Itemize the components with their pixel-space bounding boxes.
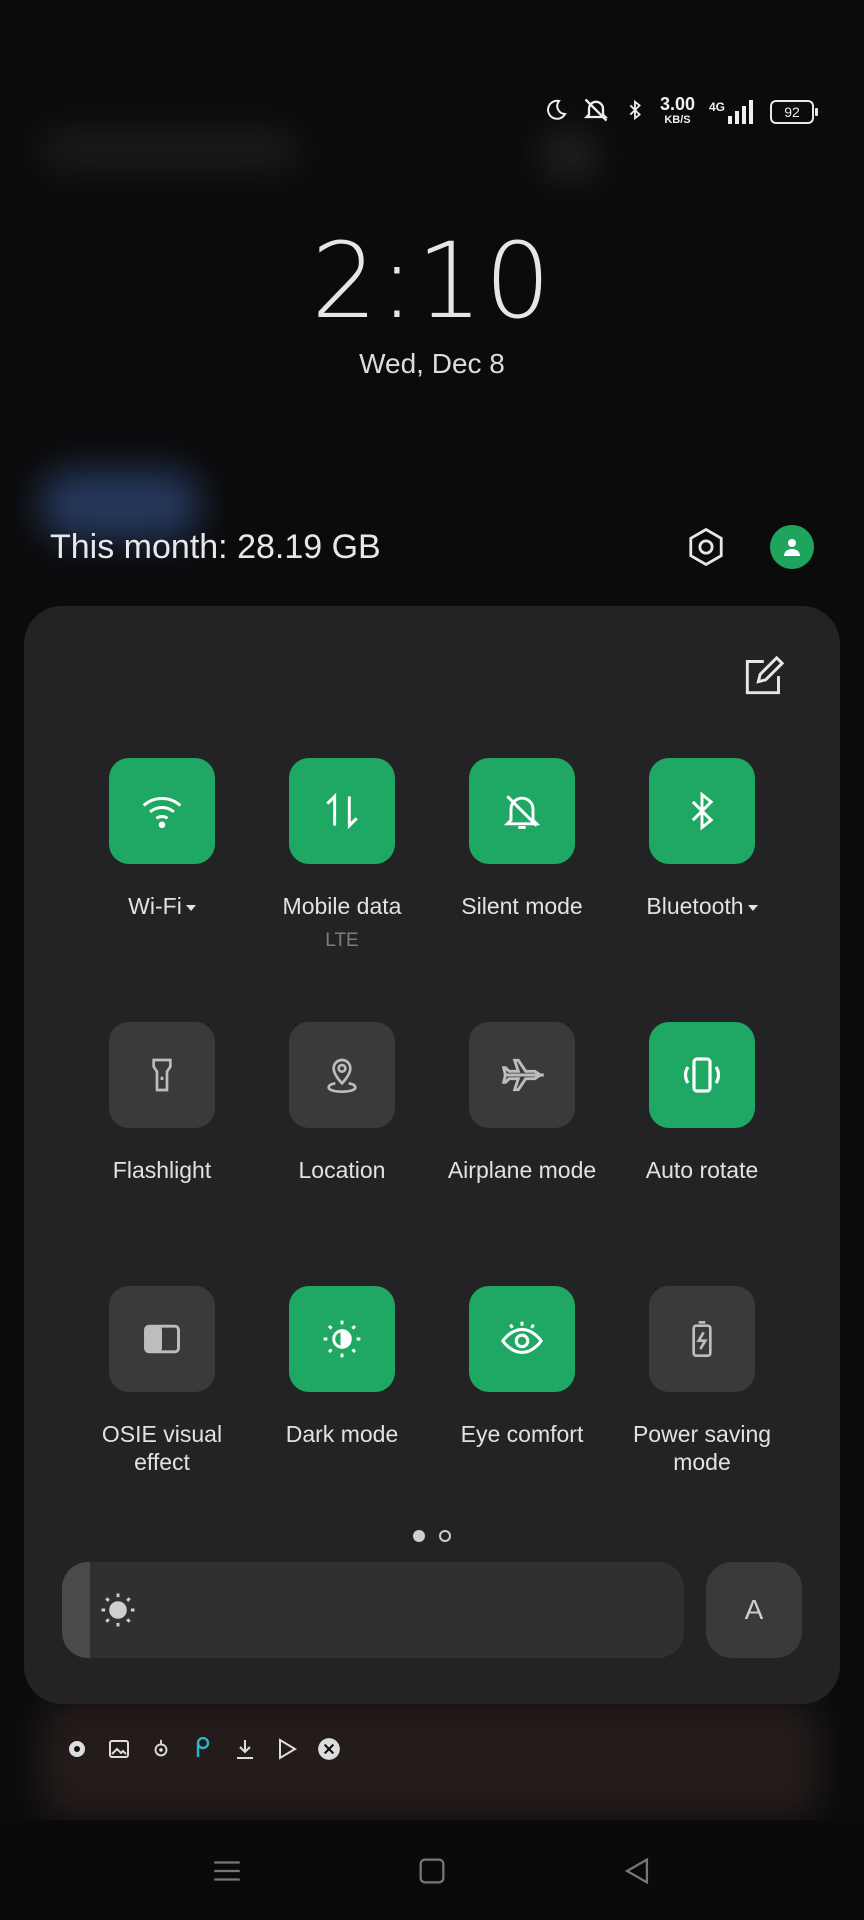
date: Wed, Dec 8 [359,348,505,379]
tile-mobile-data[interactable]: Mobile data LTE [252,758,432,952]
tile-location[interactable]: Location [252,1022,432,1184]
auto-brightness-button[interactable]: A [706,1562,802,1658]
tile-label: Bluetooth [646,893,744,919]
tile-label-line1: OSIE visual [101,1421,223,1447]
home-icon[interactable] [415,1854,449,1888]
network-speed: 3.00 KB/S [659,94,695,128]
navigation-bar [0,1820,864,1920]
tile-eye-comfort[interactable]: Eye comfort [432,1286,612,1448]
edit-icon[interactable] [740,655,785,700]
chevron-down-icon[interactable] [747,904,758,911]
brightness-fill [62,1562,90,1658]
wifi-icon [109,758,215,864]
download-icon [232,1736,258,1762]
dark-mode-icon [289,1286,395,1392]
tile-label-line2: effect [134,1449,190,1475]
tile-label: Eye comfort [460,1421,584,1447]
settings-icon [64,1736,90,1762]
back-icon[interactable] [620,1854,654,1888]
page-dot[interactable] [439,1530,451,1542]
tile-airplane-mode[interactable]: Airplane mode [432,1022,612,1184]
tile-osie-visual-effect[interactable]: OSIE visual effect [72,1286,252,1476]
tile-dark-mode[interactable]: Dark mode [252,1286,432,1448]
notification-icons [64,1736,342,1762]
moon-icon [544,98,568,127]
tile-label: Power saving mode [612,1420,792,1476]
tile-label: OSIE visual effect [72,1420,252,1476]
network-type: 4G [708,100,725,114]
bluetooth-icon [649,758,755,864]
eye-comfort-icon [469,1286,575,1392]
user-avatar[interactable] [770,525,814,569]
sun-icon [96,1588,140,1632]
location-pin-icon [148,1736,174,1762]
background-blur [40,130,300,170]
data-usage-row: This month: 28.19 GB [50,525,814,569]
tile-wifi[interactable]: Wi-Fi [72,758,252,920]
tile-label-line2: mode [673,1449,731,1475]
tile-auto-rotate[interactable]: Auto rotate [612,1022,792,1184]
tile-label: Silent mode [461,893,583,919]
silent-bell-icon [469,758,575,864]
tile-label: Dark mode [285,1421,399,1447]
tile-label: Auto rotate [645,1157,759,1183]
gallery-icon [106,1736,132,1762]
airplane-icon [469,1022,575,1128]
tile-power-saving-mode[interactable]: Power saving mode [612,1286,792,1476]
auto-rotate-icon [649,1022,755,1128]
tile-label: Airplane mode [447,1157,597,1183]
speed-unit: KB/S [664,114,691,126]
mute-icon [582,96,610,129]
mobile-data-icon [289,758,395,864]
brightness-slider[interactable] [62,1562,684,1658]
background-blur [540,130,600,180]
speed-value: 3.00 [659,94,695,114]
play-store-icon [274,1736,300,1762]
flashlight-icon [109,1022,215,1128]
quick-settings-panel: Wi-Fi Mobile data LTE Silent mode Blueto… [24,606,840,1704]
tile-label: Wi-Fi [128,893,182,919]
battery-saver-icon [649,1286,755,1392]
tile-label: Location [298,1157,386,1183]
page-dot-active[interactable] [413,1530,425,1542]
osie-icon [109,1286,215,1392]
location-icon [289,1022,395,1128]
tile-bluetooth[interactable]: Bluetooth [612,758,792,920]
status-bar: 3.00 KB/S 4G 92 [544,92,818,132]
page-indicator [24,1530,840,1542]
battery-icon: 92 [770,100,818,124]
settings-gear-icon[interactable] [682,523,730,571]
clock: 2:10 [311,220,553,342]
tile-label-line1: Power saving [632,1421,772,1447]
tile-label: Mobile data [282,893,402,919]
tile-silent-mode[interactable]: Silent mode [432,758,612,920]
menu-icon[interactable] [210,1854,244,1888]
app-x-icon [316,1736,342,1762]
tile-label: Flashlight [112,1157,212,1183]
signal-icon: 4G [709,100,756,124]
data-usage-label[interactable]: This month: 28.19 GB [50,528,682,567]
battery-level: 92 [784,104,800,120]
tile-sublabel: LTE [325,930,359,951]
bluetooth-icon [624,97,646,128]
app-p-icon [190,1736,216,1762]
tile-flashlight[interactable]: Flashlight [72,1022,252,1184]
chevron-down-icon[interactable] [185,904,196,911]
